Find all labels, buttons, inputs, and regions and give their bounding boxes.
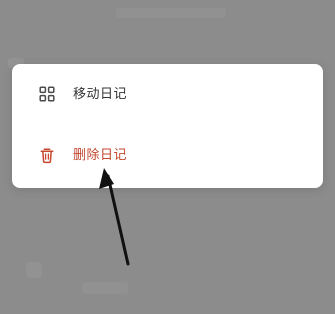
- grid-icon: [39, 86, 55, 102]
- trash-icon: [40, 148, 54, 164]
- move-diary-label: 移动日记: [73, 86, 128, 102]
- delete-diary-button[interactable]: 删除日记: [12, 128, 323, 182]
- background-placeholder-title: [116, 8, 226, 18]
- background-placeholder-icon: [26, 262, 42, 278]
- context-menu: 移动日记 删除日记: [12, 64, 323, 188]
- background-placeholder-text: [82, 282, 128, 294]
- delete-diary-label: 删除日记: [73, 147, 128, 163]
- move-diary-button[interactable]: 移动日记: [12, 67, 323, 121]
